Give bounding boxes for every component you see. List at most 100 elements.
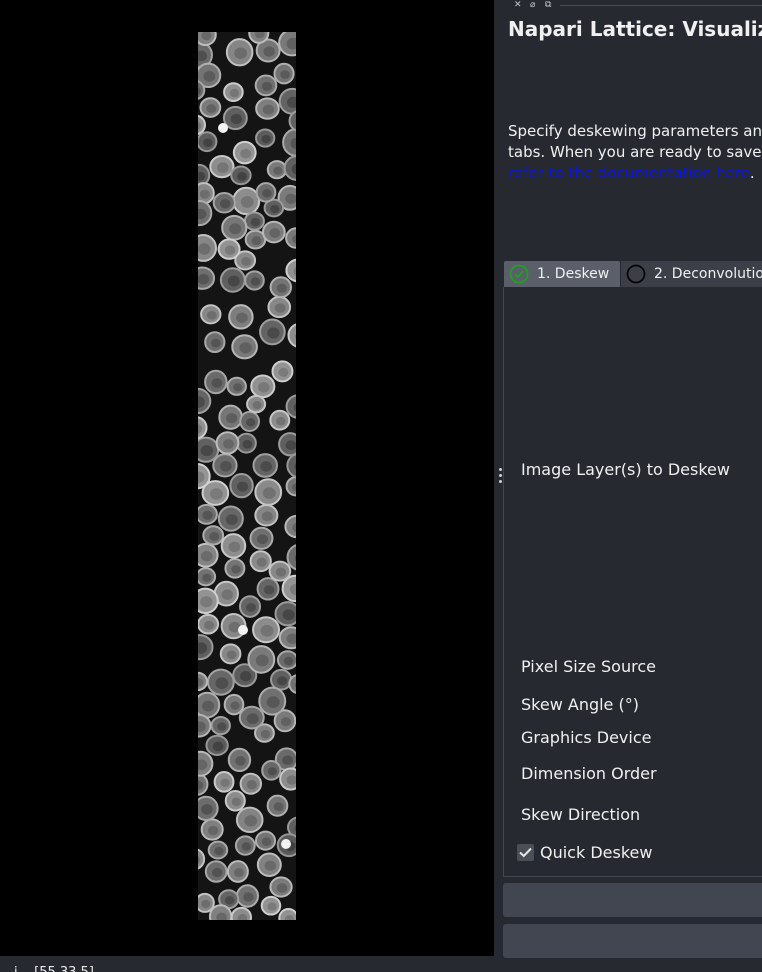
cell — [254, 478, 283, 506]
cell — [235, 884, 259, 908]
cell — [224, 790, 246, 812]
cell — [252, 453, 278, 478]
tab-deskew[interactable]: 1. Deskew — [504, 261, 620, 287]
cell — [198, 131, 218, 153]
pin-icon[interactable]: ⧉ — [545, 0, 551, 11]
cell — [226, 860, 249, 883]
bright-speck — [238, 625, 248, 635]
cell — [198, 542, 219, 568]
cell — [271, 360, 294, 383]
quick-deskew-checkbox[interactable] — [517, 844, 534, 861]
status-text: i [55 33 5] — [14, 965, 94, 972]
cell — [224, 558, 246, 579]
deskew-panel — [503, 287, 762, 877]
cell — [227, 747, 252, 773]
cell — [212, 453, 238, 478]
drag-handle-icon[interactable] — [498, 468, 504, 486]
cell — [247, 645, 276, 674]
tab-deskew-label: 1. Deskew — [537, 266, 610, 282]
quick-deskew-label[interactable]: Quick Deskew — [540, 843, 652, 862]
cell — [249, 550, 272, 573]
close-icon[interactable]: ✕ — [514, 0, 522, 11]
tab-deconvolution[interactable]: 2. Deconvolution — [621, 261, 762, 287]
cell — [255, 128, 276, 148]
cell — [278, 432, 296, 457]
viewer-canvas[interactable] — [0, 0, 494, 956]
float-icon[interactable]: ⌀ — [530, 0, 535, 11]
cell — [226, 376, 247, 396]
cell — [204, 369, 228, 395]
cell — [238, 705, 265, 730]
cell — [213, 771, 235, 793]
cell — [219, 643, 242, 665]
cell — [278, 87, 296, 115]
cell — [231, 334, 258, 360]
cell — [225, 38, 254, 67]
tab-bar: 1. Deskew 2. Deconvolution — [504, 261, 762, 287]
cell — [215, 431, 240, 455]
pixel-size-source-label: Pixel Size Source — [521, 657, 656, 676]
cell — [274, 601, 296, 627]
cell — [256, 577, 280, 601]
cell — [255, 182, 277, 203]
microscopy-image — [198, 32, 296, 920]
cell — [208, 904, 233, 920]
cell — [244, 270, 265, 291]
cell — [207, 840, 229, 860]
cell — [252, 616, 281, 644]
cell — [217, 505, 244, 532]
link-suffix: . — [749, 164, 755, 182]
cell — [230, 906, 253, 920]
cell — [198, 671, 209, 692]
cell — [198, 234, 218, 262]
status-bar: i [55 33 5] — [0, 956, 494, 972]
cell — [228, 304, 254, 330]
empty-circle-icon — [626, 264, 646, 284]
graphics-device-label: Graphics Device — [521, 728, 652, 747]
action-button-1[interactable] — [503, 883, 762, 917]
cell — [234, 835, 256, 856]
cell — [202, 525, 225, 546]
cell — [221, 214, 248, 241]
cell — [223, 82, 244, 102]
titlebar-divider — [560, 5, 762, 6]
cell — [268, 560, 292, 582]
cell — [235, 806, 264, 834]
cell — [229, 473, 254, 499]
action-button-2[interactable] — [503, 924, 762, 958]
cell — [276, 650, 296, 670]
cell — [206, 668, 235, 696]
cell — [279, 767, 296, 791]
cell — [258, 686, 287, 716]
cell — [261, 760, 282, 781]
cell — [269, 276, 293, 299]
tab-deconvolution-label: 2. Deconvolution — [654, 266, 762, 282]
cell — [262, 220, 286, 244]
cell — [239, 772, 263, 795]
cell — [267, 296, 292, 319]
cell — [278, 908, 296, 920]
cell — [235, 432, 257, 454]
cell — [198, 503, 218, 525]
cell — [198, 567, 217, 587]
cell — [249, 526, 274, 550]
cell — [248, 32, 270, 44]
cell — [266, 160, 288, 180]
cell — [198, 587, 219, 615]
cell — [212, 192, 236, 214]
cell — [200, 304, 222, 325]
widget-title: Napari Lattice: Visualization & Analysis — [508, 17, 762, 41]
cell — [232, 186, 261, 216]
cell — [219, 267, 246, 293]
cell — [232, 140, 257, 165]
description: Specify deskewing parameters and tabs. W… — [508, 121, 762, 184]
skew-angle-label: Skew Angle (°) — [521, 695, 639, 714]
cell — [254, 504, 279, 527]
documentation-link[interactable]: refer to the documentation here — [508, 164, 750, 182]
cell — [209, 155, 235, 179]
cell — [273, 62, 295, 85]
cell — [278, 626, 296, 650]
cell — [198, 795, 219, 821]
cell — [204, 331, 226, 354]
cell — [266, 794, 289, 817]
